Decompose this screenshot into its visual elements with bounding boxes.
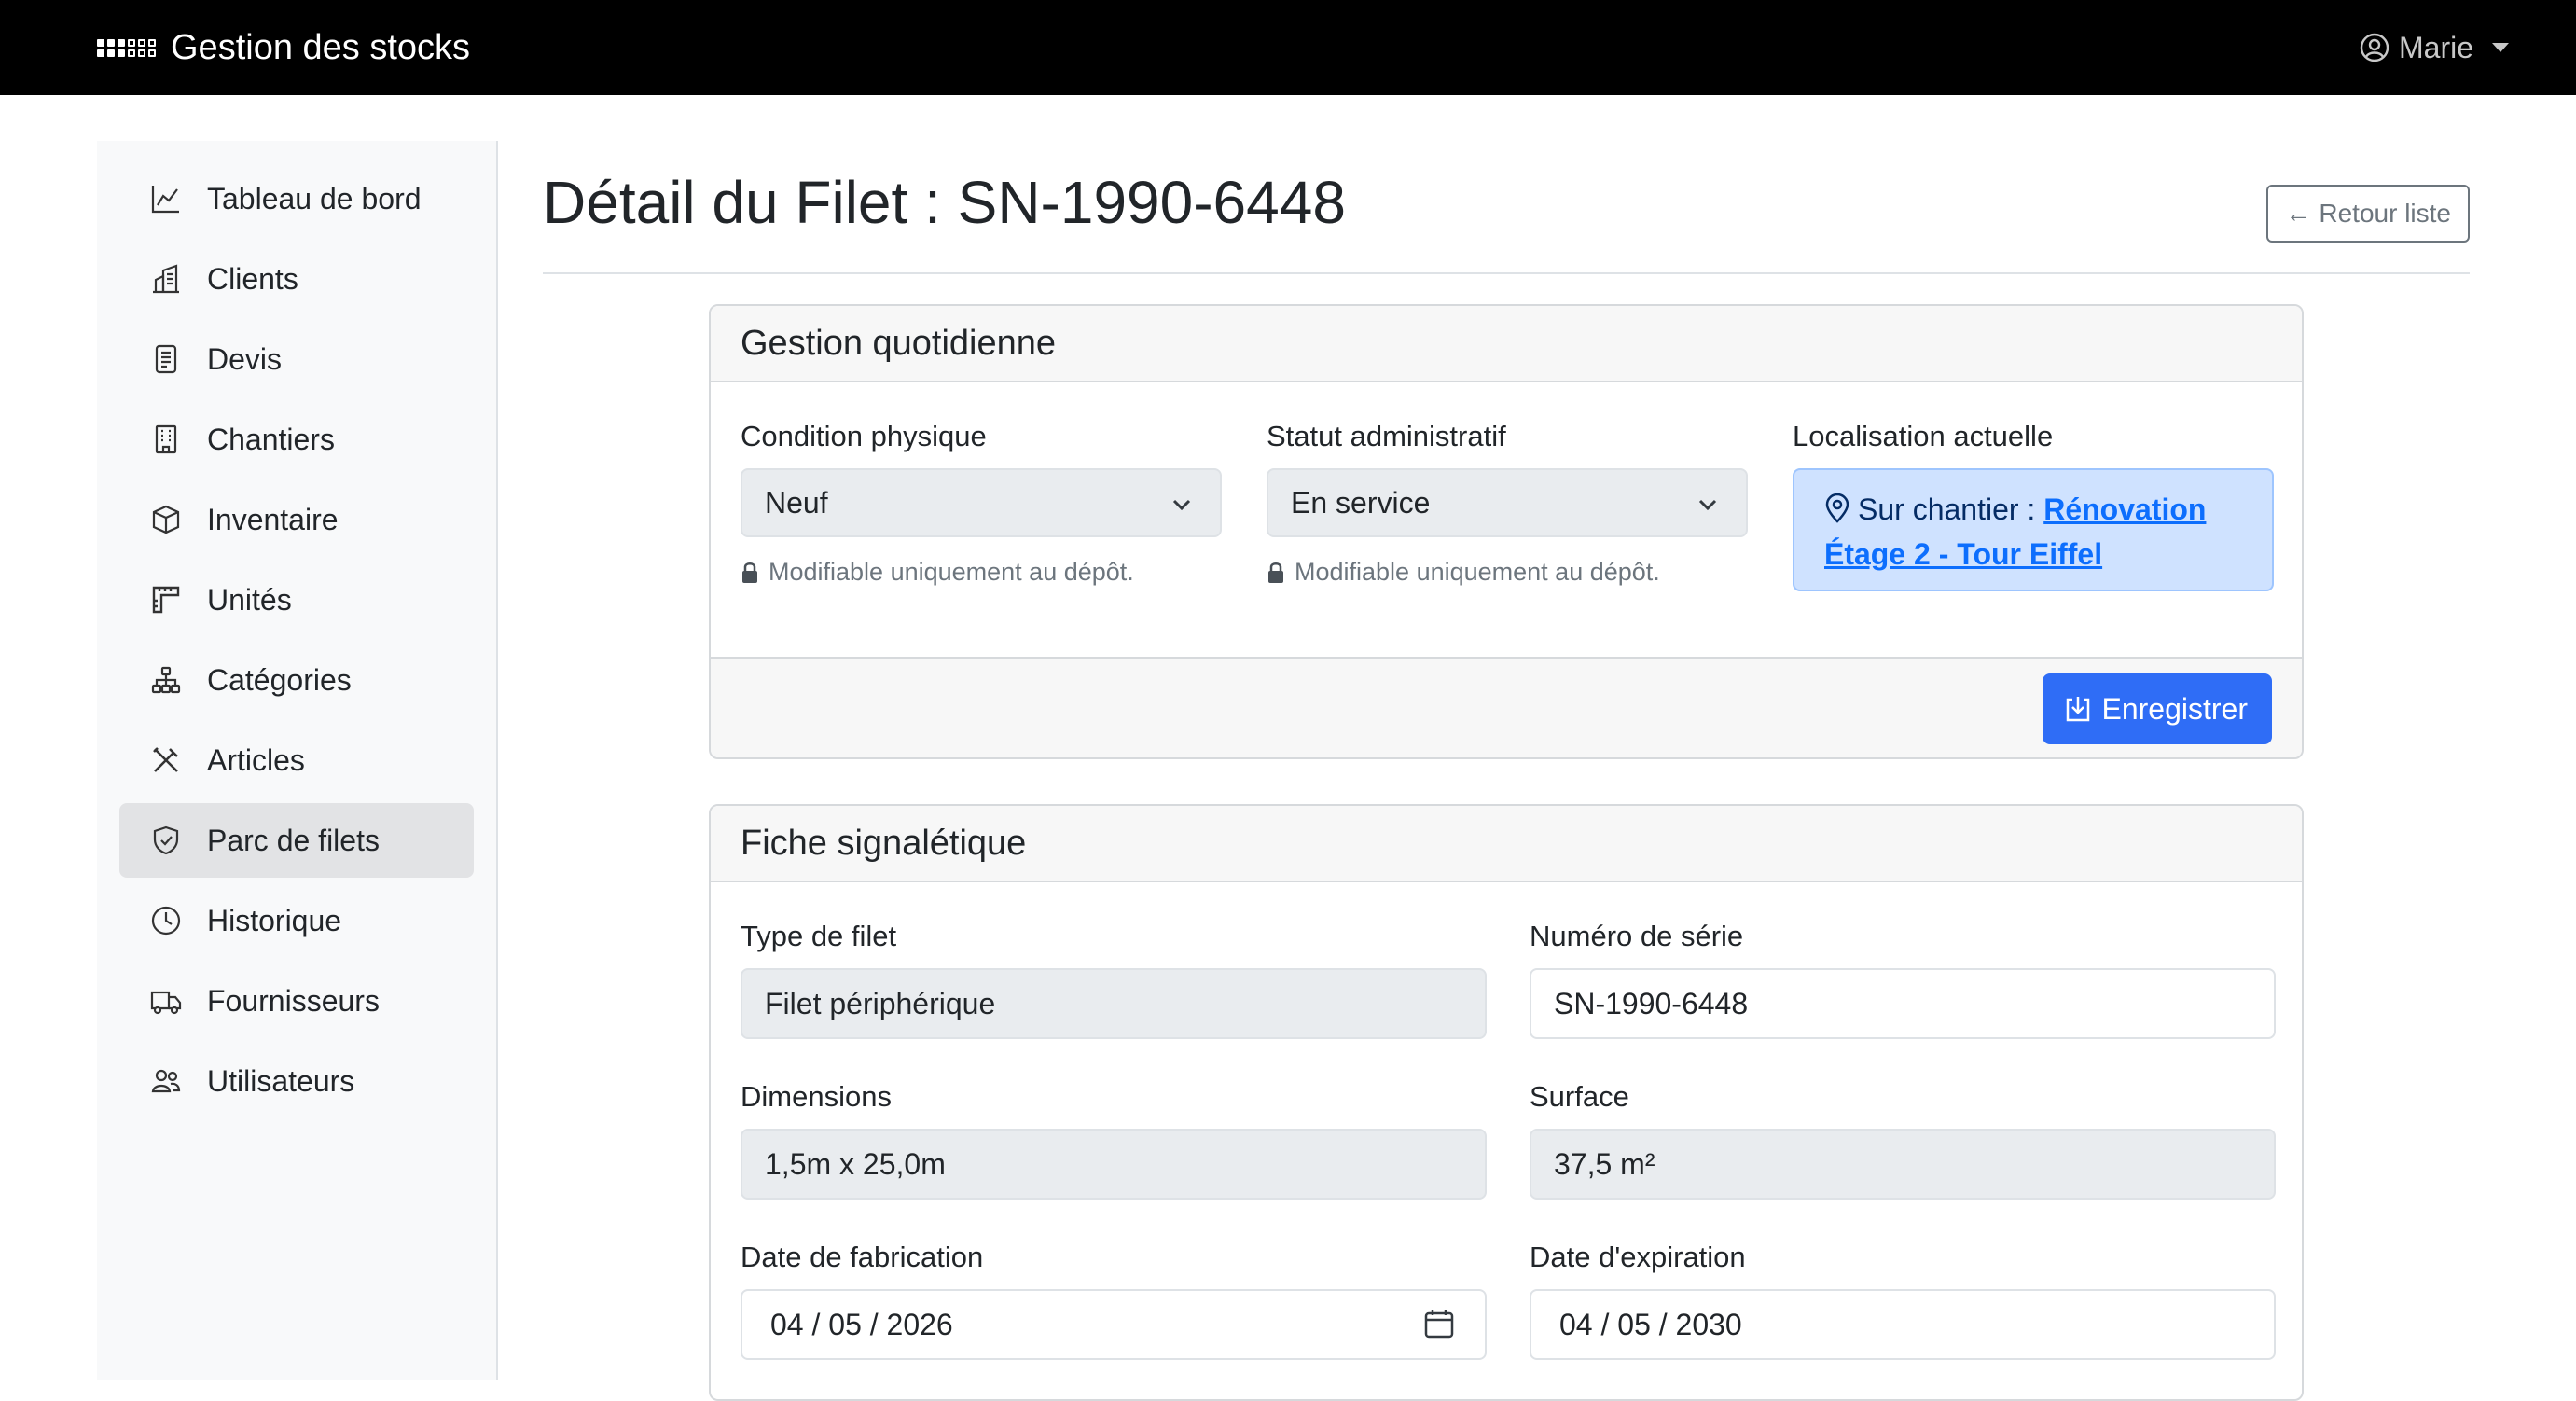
sidebar-item-tableau-de-bord[interactable]: Tableau de bord [119,161,474,236]
sidebar-item-label: Chantiers [207,422,335,456]
condition-help: Modifiable uniquement au dépôt. [741,558,1134,587]
arrow-left-icon: ← [2285,199,2312,228]
condition-value: Neuf [765,485,828,520]
back-button-label: Retour liste [2319,199,2451,228]
building-icon [149,423,183,456]
sidebar-item-inventaire[interactable]: Inventaire [119,482,474,557]
surface-field: 37,5 m² [1530,1129,2276,1200]
sidebar-item-utilisateurs[interactable]: Utilisateurs [119,1044,474,1118]
caret-down-icon [2492,43,2509,52]
type-value: Filet périphérique [765,986,996,1020]
geo-pin-icon [1825,492,1849,523]
back-to-list-button[interactable]: ← Retour liste [2266,185,2470,243]
page-header: Détail du Filet : SN-1990-6448 ← Retour … [543,168,2470,274]
page-title: Détail du Filet : SN-1990-6448 [543,169,1346,236]
dimensions-label: Dimensions [741,1080,892,1113]
dimensions-value: 1,5m x 25,0m [765,1146,946,1181]
save-button[interactable]: Enregistrer [2042,673,2272,744]
fabrication-date-input[interactable]: 04 / 05 / 2026 [741,1289,1487,1360]
expiration-date-input[interactable]: 04 / 05 / 2030 [1530,1289,2276,1360]
save-button-label: Enregistrer [2101,691,2249,726]
sidebar-item-label: Fournisseurs [207,983,380,1018]
box-icon [149,503,183,536]
fabrication-date-value: 04 / 05 / 2026 [770,1307,953,1341]
daily-management-card: Gestion quotidienne Condition physique N… [709,304,2304,759]
serial-number-field[interactable]: SN-1990-6448 [1530,968,2276,1039]
user-circle-icon [2360,33,2389,62]
sidebar-item-label: Clients [207,261,298,296]
sidebar-item-label: Tableau de bord [207,181,422,215]
surface-value: 37,5 m² [1554,1146,1655,1181]
apps-grid-icon [97,38,156,57]
sheet-card-body: Type de filet Filet périphérique Numéro … [711,882,2302,1399]
status-label: Statut administratif [1267,420,1506,452]
sidebar-item-historique[interactable]: Historique [119,883,474,958]
surface-label: Surface [1530,1080,1629,1113]
expiration-date-label: Date d'expiration [1530,1241,1746,1273]
sidebar-item-label: Historique [207,903,342,937]
condition-label: Condition physique [741,420,987,452]
sidebar-item-fournisseurs[interactable]: Fournisseurs [119,964,474,1038]
sidebar-item-label: Utilisateurs [207,1063,355,1098]
lock-icon [1268,562,1283,583]
rulers-icon [149,583,183,617]
user-menu[interactable]: Marie [2360,31,2509,65]
daily-card-title: Gestion quotidienne [711,306,2302,382]
location-prefix: Sur chantier : [1858,492,2036,526]
diagram-icon [149,663,183,697]
people-icon [149,1064,183,1098]
shield-icon [149,824,183,857]
sidebar-item-devis[interactable]: Devis [119,322,474,396]
sidebar-item-chantiers[interactable]: Chantiers [119,402,474,477]
calendar-icon[interactable] [1423,1308,1455,1339]
condition-help-text: Modifiable uniquement au dépôt. [769,558,1134,586]
status-value: En service [1291,485,1431,520]
sidebar-item-label: Inventaire [207,502,339,536]
sidebar-item-categories[interactable]: Catégories [119,643,474,717]
identification-card: Fiche signalétique Type de filet Filet p… [709,804,2304,1401]
sidebar-item-label: Devis [207,341,283,376]
sidebar-item-unites[interactable]: Unités [119,562,474,637]
user-name: Marie [2398,30,2473,64]
location-alert: Sur chantier : Rénovation Étage 2 - Tour… [1793,468,2274,591]
sidebar-item-label: Parc de filets [207,823,380,857]
serial-value: SN-1990-6448 [1554,986,1749,1020]
serial-label: Numéro de série [1530,920,1744,952]
brand[interactable]: Gestion des stocks [97,28,470,68]
status-help: Modifiable uniquement au dépôt. [1267,558,1660,587]
location-label: Localisation actuelle [1793,420,2054,452]
daily-card-footer: Enregistrer [711,657,2302,757]
sidebar-item-label: Catégories [207,662,352,697]
type-label: Type de filet [741,920,897,952]
lock-icon [742,562,757,583]
status-select[interactable]: En service [1267,468,1748,537]
tools-icon [149,743,183,777]
truck-icon [149,984,183,1018]
sheet-card-title: Fiche signalétique [711,806,2302,882]
brand-title: Gestion des stocks [171,27,471,67]
sidebar-item-label: Unités [207,582,292,617]
sidebar: Tableau de bord Clients Devis Chantiers … [97,141,498,1380]
sidebar-item-articles[interactable]: Articles [119,723,474,798]
buildings-icon [149,262,183,296]
status-help-text: Modifiable uniquement au dépôt. [1295,558,1660,586]
chevron-down-icon [1172,499,1191,511]
fabrication-date-label: Date de fabrication [741,1241,984,1273]
document-icon [149,342,183,376]
sidebar-item-label: Articles [207,742,305,777]
sidebar-item-clients[interactable]: Clients [119,242,474,316]
expiration-date-value: 04 / 05 / 2030 [1559,1307,1742,1341]
top-navbar: Gestion des stocks Marie [0,0,2576,95]
sidebar-item-parc-de-filets[interactable]: Parc de filets [119,803,474,878]
type-field: Filet périphérique [741,968,1487,1039]
daily-card-body: Condition physique Neuf Modifiable uniqu… [711,382,2302,657]
clock-icon [149,904,183,937]
download-icon [2066,697,2089,722]
chevron-down-icon [1698,499,1717,511]
condition-select[interactable]: Neuf [741,468,1222,537]
chart-line-icon [149,182,183,215]
dimensions-field: 1,5m x 25,0m [741,1129,1487,1200]
